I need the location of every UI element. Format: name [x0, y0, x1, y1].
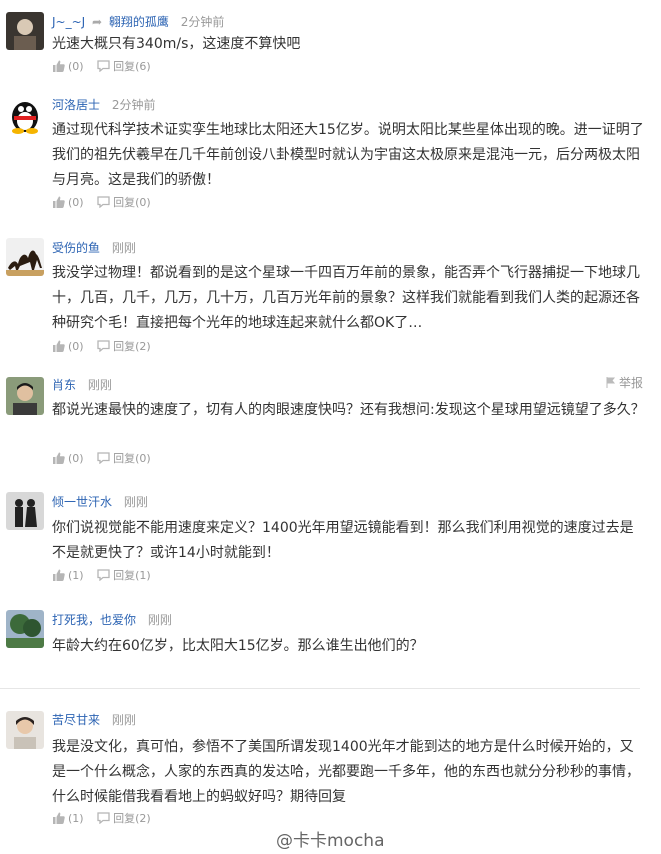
username[interactable]: 打死我，也爱你 [52, 613, 136, 627]
username[interactable]: 肖东 [52, 378, 76, 392]
reply-label: 回复 [113, 60, 136, 73]
weibo-watermark: @卡卡mocha [276, 826, 385, 851]
reply-button[interactable]: 回复 (0) [97, 194, 151, 210]
like-button[interactable]: (0) [52, 196, 84, 209]
timestamp: 刚刚 [123, 495, 148, 509]
watermark-text: @卡卡mocha [276, 831, 385, 851]
reply-count: (1) [135, 568, 151, 582]
reply-button[interactable]: 回复 (2) [97, 810, 151, 826]
thumbs-up-icon [53, 60, 65, 72]
reply-button[interactable]: 回复 (2) [97, 338, 151, 354]
timestamp: 刚刚 [147, 613, 172, 627]
comment-text: 我没学过物理！都说看到的是这个星球一千四百万年前的景象，能否弄个飞行器捕捉一下地… [52, 265, 640, 331]
avatar[interactable] [6, 96, 44, 134]
reply-icon [97, 196, 110, 208]
reply-icon [97, 812, 110, 824]
reply-icon [97, 569, 110, 581]
divider [0, 688, 640, 689]
username[interactable]: J~_~J [52, 15, 85, 29]
comment-text: 光速大概只有340m/s，这速度不算快吧 [52, 36, 301, 52]
like-count: (0) [68, 195, 84, 209]
like-button[interactable]: (0) [52, 340, 84, 353]
reply-arrow-icon: ➦ [92, 15, 103, 29]
reply-button[interactable]: 回复 (6) [97, 58, 151, 74]
avatar[interactable] [6, 711, 44, 749]
comment-text: 通过现代科学技术证实孪生地球比太阳还大15亿岁。说明太阳比某些星体出现的晚。进一… [52, 122, 644, 188]
thumbs-up-icon [53, 196, 65, 208]
reply-count: (0) [135, 451, 151, 465]
like-count: (0) [68, 451, 84, 465]
timestamp: 刚刚 [87, 378, 112, 392]
avatar[interactable] [6, 12, 44, 50]
like-count: (0) [68, 59, 84, 73]
comment-text: 年龄大约在60亿岁，比太阳大15亿岁。那么谁生出他们的？ [52, 638, 424, 654]
reply-count: (0) [135, 195, 151, 209]
timestamp: 2分钟前 [180, 15, 225, 29]
like-count: (1) [68, 811, 84, 825]
reply-count: (2) [135, 811, 151, 825]
like-button[interactable]: (1) [52, 569, 84, 582]
comment-text: 你们说视觉能不能用速度来定义？1400光年用望远镜能看到！那么我们利用视觉的速度… [52, 520, 634, 561]
thumbs-up-icon [53, 452, 65, 464]
timestamp: 刚刚 [111, 713, 136, 727]
reply-label: 回复 [113, 196, 136, 209]
reply-button[interactable]: 回复 (0) [97, 450, 151, 466]
reply-label: 回复 [113, 340, 136, 353]
comment-text: 都说光速最快的速度了，切有人的肉眼速度快吗？还有我想问:发现这个星球用望远镜望了… [52, 402, 645, 418]
like-count: (1) [68, 568, 84, 582]
username[interactable]: 受伤的鱼 [52, 241, 100, 255]
reply-icon [97, 60, 110, 72]
flag-icon [606, 377, 616, 388]
username[interactable]: 河洛居士 [52, 98, 100, 112]
thumbs-up-icon [53, 812, 65, 824]
reply-to-username[interactable]: 翱翔的孤鹰 [109, 15, 169, 29]
reply-label: 回复 [113, 812, 136, 825]
like-count: (0) [68, 339, 84, 353]
reply-icon [97, 452, 110, 464]
avatar[interactable] [6, 377, 44, 415]
timestamp: 2分钟前 [111, 98, 156, 112]
avatar[interactable] [6, 238, 44, 276]
report-label: 举报 [618, 376, 643, 390]
like-button[interactable]: (0) [52, 60, 84, 73]
reply-button[interactable]: 回复 (1) [97, 567, 151, 583]
avatar[interactable] [6, 610, 44, 648]
thumbs-up-icon [53, 340, 65, 352]
reply-label: 回复 [113, 569, 136, 582]
username[interactable]: 倾一世汗水 [52, 495, 112, 509]
reply-label: 回复 [113, 452, 136, 465]
report-button[interactable]: 举报 [606, 374, 643, 391]
comment-text: 我是没文化，真可怕，参悟不了美国所谓发现1400光年才能到达的地方是什么时候开始… [52, 739, 640, 805]
reply-count: (2) [135, 339, 151, 353]
thumbs-up-icon [53, 569, 65, 581]
reply-count: (6) [135, 59, 151, 73]
reply-icon [97, 340, 110, 352]
username[interactable]: 苦尽甘来 [52, 713, 100, 727]
timestamp: 刚刚 [111, 241, 136, 255]
avatar[interactable] [6, 492, 44, 530]
like-button[interactable]: (0) [52, 452, 84, 465]
like-button[interactable]: (1) [52, 812, 84, 825]
